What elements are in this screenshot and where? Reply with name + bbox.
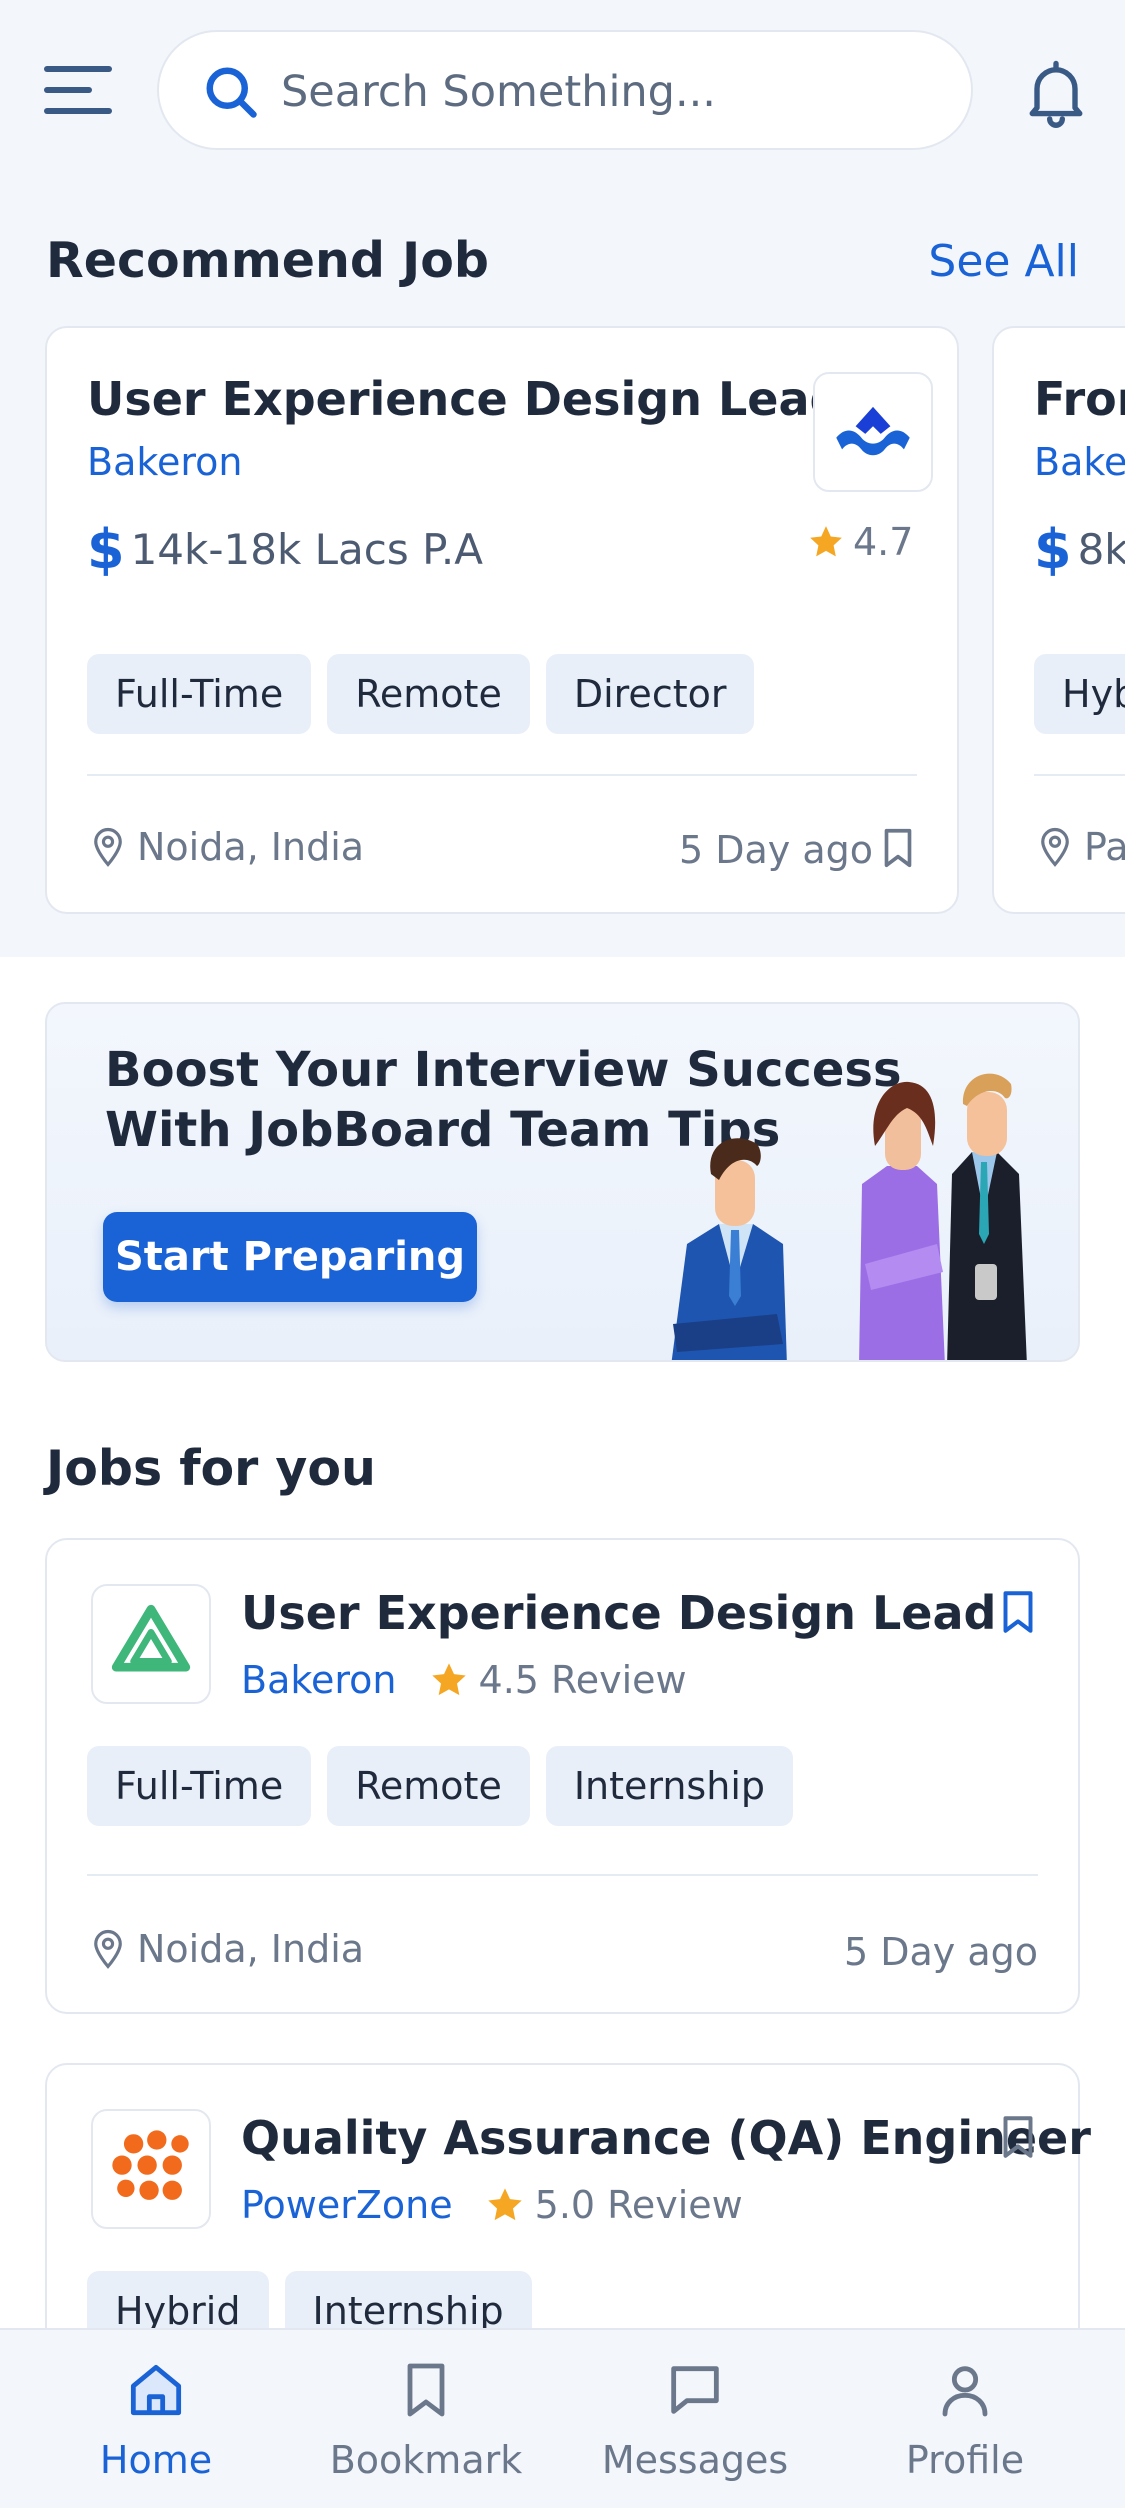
notification-bell-icon[interactable] xyxy=(1018,52,1094,132)
star-icon xyxy=(487,2188,522,2221)
nav-profile[interactable]: Profile xyxy=(850,2358,1080,2482)
salary-text: 14k-18k Lacs P.A xyxy=(130,525,483,574)
location: Pa xyxy=(1034,824,1125,870)
star-icon xyxy=(810,526,842,557)
search-input[interactable] xyxy=(279,54,939,130)
nav-label: Profile xyxy=(905,2438,1025,2482)
location-text: Pa xyxy=(1084,825,1125,869)
profile-icon xyxy=(942,2366,988,2417)
bakeron-green-logo xyxy=(91,1584,211,1704)
divider xyxy=(87,774,917,776)
rating: 4.7 xyxy=(807,520,913,564)
tag-list: Hyb xyxy=(1034,654,1125,734)
bookmark-icon[interactable] xyxy=(993,2109,1043,2165)
job-card[interactable]: User Experience Design Lead Bakeron 4.5 … xyxy=(45,1538,1080,2014)
tag-list: Full-Time Remote Internship xyxy=(87,1746,793,1826)
posted-time: 5 Day ago xyxy=(843,1930,1038,1974)
top-bar xyxy=(0,0,1125,182)
location-pin-icon xyxy=(1041,827,1069,867)
nav-label: Home xyxy=(99,2438,213,2482)
job-title: Quality Assurance (QA) Engineer xyxy=(241,2111,1091,2165)
bookmark-icon[interactable] xyxy=(993,1584,1043,1640)
review-text: 5.0 Review xyxy=(534,2183,743,2227)
search-icon xyxy=(206,67,257,118)
job-meta: PowerZone 5.0 Review xyxy=(241,2183,743,2227)
job-title: Fron xyxy=(1034,372,1125,426)
company-name[interactable]: Bakeron xyxy=(87,440,243,484)
location: Noida, India xyxy=(87,824,364,870)
review-text: 4.5 Review xyxy=(478,1658,687,1702)
tag: Full-Time xyxy=(87,1746,312,1826)
divider xyxy=(87,1874,1038,1876)
tag: Director xyxy=(545,654,755,734)
search-bar[interactable] xyxy=(157,30,973,150)
hamburger-menu-icon[interactable] xyxy=(44,62,112,118)
promo-banner: Boost Your Interview Success With JobBoa… xyxy=(45,1002,1080,1362)
home-icon xyxy=(130,2364,182,2416)
tag: Remote xyxy=(327,1746,530,1826)
salary: $14k-18k Lacs P.A xyxy=(87,518,483,581)
tag-list: Full-Time Remote Director xyxy=(87,654,755,734)
dollar-icon: $ xyxy=(1034,518,1072,581)
nav-label: Bookmark xyxy=(329,2438,523,2482)
start-preparing-button[interactable]: Start Preparing xyxy=(103,1212,477,1302)
tag: Full-Time xyxy=(87,654,312,734)
section-title-recommend: Recommend Job xyxy=(46,232,490,289)
bookmark-icon[interactable] xyxy=(875,822,921,874)
location-pin-icon xyxy=(94,1929,122,1969)
company-name[interactable]: Bakeron xyxy=(241,1658,397,1702)
bakeron-logo xyxy=(813,372,933,492)
tag: Remote xyxy=(327,654,530,734)
job-meta: Bakeron 4.5 Review xyxy=(241,1658,687,1702)
team-illustration xyxy=(671,1073,1027,1360)
nav-label: Messages xyxy=(601,2438,789,2482)
rating-value: 4.7 xyxy=(853,520,914,564)
bottom-navigation: Home Bookmark Messages Profile xyxy=(0,2328,1125,2508)
see-all-link[interactable]: See All xyxy=(928,236,1079,287)
review: 5.0 Review xyxy=(485,2183,743,2227)
divider xyxy=(1034,774,1125,776)
job-title: User Experience Design Lead xyxy=(87,372,843,426)
recommend-section: Recommend Job See All User Experience De… xyxy=(0,182,1125,957)
job-title: User Experience Design Lead xyxy=(241,1586,997,1640)
recommended-job-card[interactable]: Fron Bake $8k Hyb Pa xyxy=(992,326,1125,914)
section-title-jobs: Jobs for you xyxy=(46,1440,376,1497)
company-name[interactable]: PowerZone xyxy=(241,2183,453,2227)
nav-home[interactable]: Home xyxy=(41,2358,271,2482)
star-icon xyxy=(431,1663,466,1696)
location-pin-icon xyxy=(94,827,122,867)
location-text: Noida, India xyxy=(137,825,365,869)
salary: $8k xyxy=(1034,518,1125,581)
tag: Hyb xyxy=(1034,654,1125,734)
review: 4.5 Review xyxy=(429,1658,687,1702)
powerzone-logo xyxy=(91,2109,211,2229)
nav-bookmark[interactable]: Bookmark xyxy=(311,2358,541,2482)
dollar-icon: $ xyxy=(87,518,125,581)
posted-time: 5 Day ago xyxy=(679,828,874,872)
tag: Internship xyxy=(545,1746,793,1826)
bookmark-icon xyxy=(407,2363,445,2417)
nav-messages[interactable]: Messages xyxy=(580,2358,810,2482)
message-icon xyxy=(671,2366,719,2414)
location: Noida, India xyxy=(87,1926,364,1972)
location-text: Noida, India xyxy=(137,1927,365,1971)
salary-text: 8k xyxy=(1077,525,1125,574)
recommended-job-card[interactable]: User Experience Design Lead Bakeron $14k… xyxy=(45,326,959,914)
company-name[interactable]: Bake xyxy=(1034,440,1125,484)
